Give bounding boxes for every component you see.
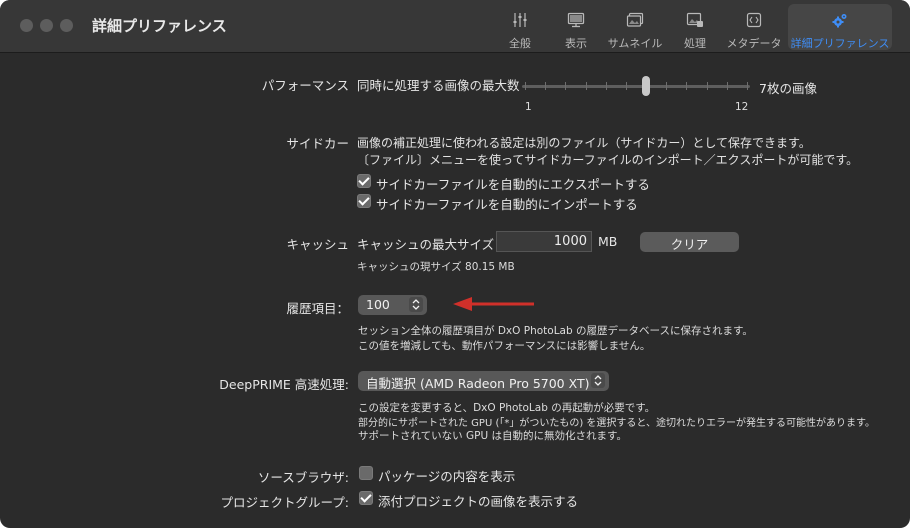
tab-processing-label: 処理 <box>684 37 706 50</box>
code-icon <box>746 12 762 31</box>
tab-thumbnails-label: サムネイル <box>607 37 663 50</box>
slider-tick <box>747 82 748 90</box>
show-attached-project-images-label: 添付プロジェクトの画像を表示する <box>378 494 579 509</box>
slider-tick <box>545 82 547 90</box>
cache-max-label: キャッシュの最大サイズ <box>357 237 495 252</box>
title-bar: 詳細プリファレンス 全般 表示 サムネイル 処理 メタデータ 詳細プリファレンス <box>0 0 910 53</box>
max-images-slider-thumb[interactable] <box>642 76 650 96</box>
clear-cache-button[interactable]: クリア <box>640 232 739 252</box>
history-value: 100 <box>366 297 390 312</box>
history-stepper[interactable]: 100 <box>358 295 427 315</box>
history-note-1: セッション全体の履歴項目が DxO PhotoLab の履歴データベースに保存さ… <box>358 325 753 337</box>
sidecar-description-1: 画像の補正処理に使われる設定は別のファイル（サイドカー）として保存できます。 <box>357 136 811 150</box>
select-arrows-icon[interactable] <box>591 373 605 388</box>
tab-advanced[interactable]: 詳細プリファレンス <box>788 4 892 50</box>
gears-icon <box>831 12 849 33</box>
history-note-2: この値を増減しても、動作パフォーマンスには影響しません。 <box>358 340 651 352</box>
slider-tick <box>666 82 668 90</box>
deepprime-note-2: 部分的にサポートされた GPU (「*」がついたもの) を選択すると、途切れたり… <box>358 418 876 429</box>
window-title: 詳細プリファレンス <box>92 17 227 35</box>
sidecar-description-2: 〔ファイル〕メニューを使ってサイドカーファイルのインポート／エクスポートが可能で… <box>357 153 859 167</box>
max-images-value: 7枚の画像 <box>759 81 817 96</box>
tab-thumbnails[interactable]: サムネイル <box>604 4 666 50</box>
cache-unit: MB <box>598 234 618 249</box>
preferences-window: 詳細プリファレンス 全般 表示 サムネイル 処理 メタデータ 詳細プリファレンス… <box>0 0 910 528</box>
show-package-contents-checkbox[interactable] <box>359 466 373 480</box>
slider-max-label: 12 <box>735 101 749 113</box>
red-arrow-annotation <box>453 297 534 311</box>
sidecar-export-label: サイドカーファイルを自動的にエクスポートする <box>376 177 650 192</box>
minimize-window-button[interactable] <box>40 19 53 32</box>
slider-tick <box>585 82 587 90</box>
performance-description: 同時に処理する画像の最大数 <box>357 78 520 93</box>
deepprime-note-3: サポートされていない GPU は自動的に無効化されます。 <box>358 430 627 442</box>
monitor-icon <box>567 12 585 31</box>
performance-label: パフォーマンス <box>261 78 349 93</box>
slider-tick <box>686 82 688 90</box>
slider-tick <box>706 82 708 90</box>
sidecar-import-label: サイドカーファイルを自動的にインポートする <box>376 197 638 212</box>
tab-metadata-label: メタデータ <box>726 37 782 50</box>
tab-metadata[interactable]: メタデータ <box>724 4 784 50</box>
show-package-contents-label: パッケージの内容を表示 <box>378 469 516 484</box>
deepprime-select[interactable]: 自動選択 (AMD Radeon Pro 5700 XT) <box>358 371 609 391</box>
stepper-arrows-icon[interactable] <box>409 297 423 312</box>
sidecar-import-checkbox[interactable] <box>357 194 371 208</box>
sidecar-export-checkbox[interactable] <box>357 174 371 188</box>
cache-label: キャッシュ <box>286 237 349 252</box>
slider-min-label: 1 <box>525 101 532 113</box>
sidecar-label: サイドカー <box>286 136 349 151</box>
deepprime-note-1: この設定を変更すると、DxO PhotoLab の再起動が必要です。 <box>358 402 656 414</box>
slider-tick <box>605 82 607 90</box>
tab-general-label: 全般 <box>509 37 531 50</box>
slider-tick <box>525 82 526 90</box>
thumbnails-icon <box>626 12 644 31</box>
deepprime-selected-value: 自動選択 (AMD Radeon Pro 5700 XT) <box>366 376 590 391</box>
show-attached-project-images-checkbox[interactable] <box>359 491 373 505</box>
slider-tick <box>625 82 627 90</box>
image-process-icon <box>686 12 704 31</box>
tab-processing[interactable]: 処理 <box>676 4 714 50</box>
close-window-button[interactable] <box>20 19 33 32</box>
deepprime-label: DeepPRIME 高速処理: <box>219 377 349 392</box>
max-images-slider[interactable] <box>522 85 750 88</box>
zoom-window-button[interactable] <box>60 19 73 32</box>
slider-tick <box>565 82 567 90</box>
tab-advanced-label: 詳細プリファレンス <box>790 37 890 50</box>
tab-display[interactable]: 表示 <box>556 4 596 50</box>
history-label: 履歴項目： <box>286 301 349 316</box>
sliders-icon <box>512 12 528 31</box>
cache-current-size: キャッシュの現サイズ 80.15 MB <box>357 261 515 273</box>
cache-size-input[interactable]: 1000 <box>496 231 592 252</box>
project-group-label: プロジェクトグループ: <box>220 495 349 510</box>
slider-tick <box>726 82 728 90</box>
tab-general[interactable]: 全般 <box>500 4 540 50</box>
source-browser-label: ソースブラウザ: <box>257 470 349 485</box>
tab-display-label: 表示 <box>565 37 587 50</box>
